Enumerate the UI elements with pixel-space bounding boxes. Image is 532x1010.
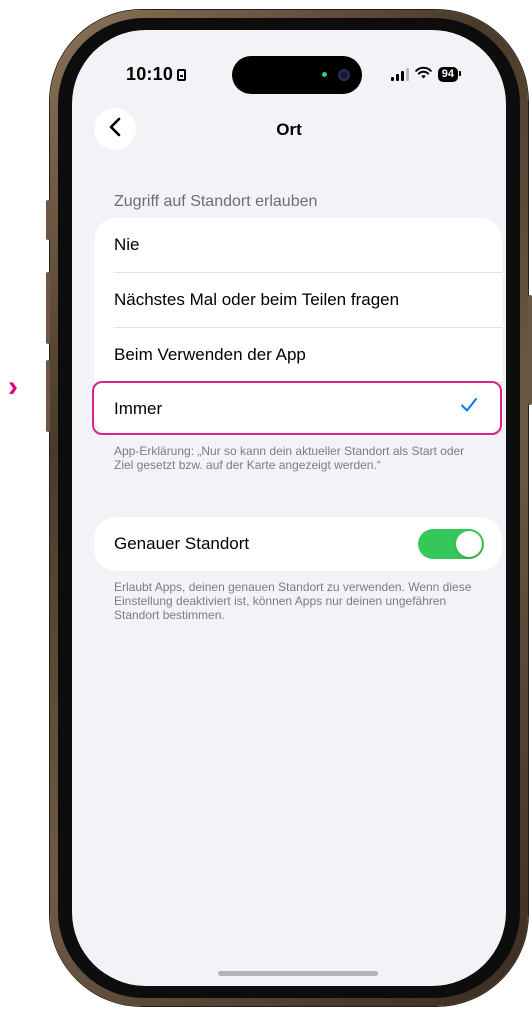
pointer-chevron-icon: ›	[8, 370, 18, 403]
option-while-using[interactable]: Beim Verwenden der App	[94, 328, 502, 382]
option-label: Beim Verwenden der App	[114, 345, 306, 364]
volume-up-button	[46, 272, 50, 344]
status-time: 10:10	[126, 64, 187, 85]
option-ask-next-time[interactable]: Nächstes Mal oder beim Teilen fragen	[94, 273, 502, 327]
wifi-icon	[414, 66, 432, 83]
action-button	[46, 200, 50, 240]
battery-icon: 94	[437, 67, 462, 82]
dynamic-island	[232, 56, 362, 94]
sim-icon	[177, 69, 187, 81]
precise-location-footnote: Erlaubt Apps, deinen genauen Standort zu…	[114, 580, 472, 622]
precise-location-label: Genauer Standort	[114, 534, 250, 553]
page-title: Ort	[276, 120, 302, 139]
precise-location-toggle[interactable]	[418, 529, 484, 559]
option-label: Nächstes Mal oder beim Teilen fragen	[114, 290, 400, 309]
camera-icon	[338, 69, 350, 81]
status-icons: 94	[390, 66, 462, 83]
option-never[interactable]: Nie	[94, 218, 502, 272]
toggle-knob	[456, 531, 482, 557]
phone-frame: 10:10 94 Ort Zugriff auf Standort erlaub…	[46, 10, 532, 1006]
checkmark-icon	[460, 397, 478, 418]
precise-location-group: Genauer Standort	[94, 517, 502, 571]
option-label: Immer	[114, 399, 163, 418]
side-power-button	[528, 295, 532, 405]
location-access-options: Nie Nächstes Mal oder beim Teilen fragen…	[94, 218, 502, 436]
activity-dot-icon	[322, 72, 327, 77]
section-header-location-access: Zugriff auf Standort erlauben	[114, 193, 318, 210]
home-indicator[interactable]	[218, 971, 378, 976]
volume-down-button	[46, 360, 50, 432]
option-always[interactable]: Immer	[94, 382, 502, 436]
screen: 10:10 94 Ort Zugriff auf Standort erlaub…	[72, 30, 506, 986]
bezel: 10:10 94 Ort Zugriff auf Standort erlaub…	[58, 18, 520, 998]
option-label: Nie	[114, 235, 140, 254]
app-explanation-footnote: App-Erklärung: „Nur so kann dein aktuell…	[114, 444, 465, 472]
signal-icon	[390, 68, 409, 81]
